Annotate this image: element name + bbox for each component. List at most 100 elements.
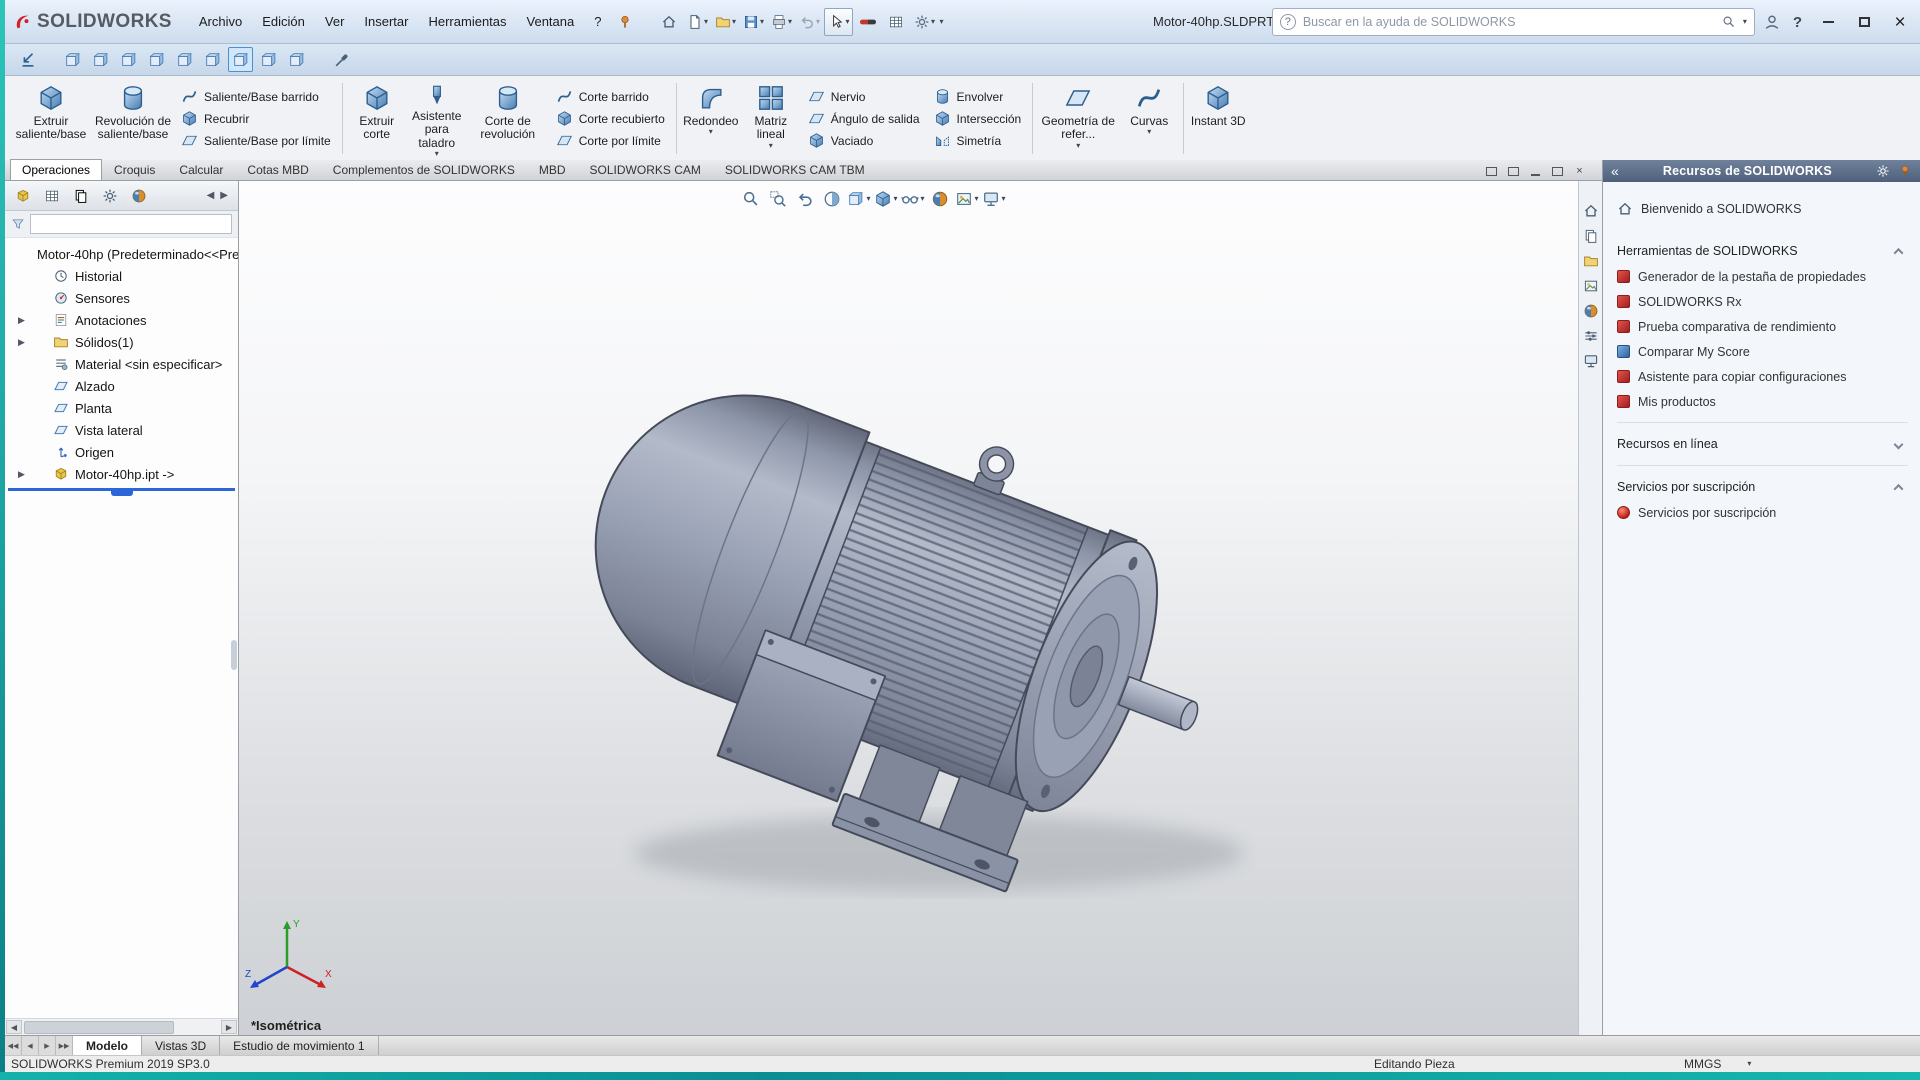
view-settings-button[interactable]: ▾ bbox=[982, 187, 1006, 211]
view-bottom-button[interactable] bbox=[200, 47, 225, 72]
fm-tab-scroll-right[interactable]: ▶ bbox=[220, 190, 228, 201]
pane-layout-button[interactable] bbox=[1485, 166, 1498, 177]
expand-arrow[interactable]: ▶ bbox=[18, 315, 25, 326]
scroll-right-button[interactable]: ▶ bbox=[221, 1020, 237, 1034]
view-back-button[interactable] bbox=[88, 47, 113, 72]
ribbon-button-intersect[interactable]: Intersección bbox=[934, 110, 1022, 127]
new-document-button[interactable]: ▾ bbox=[684, 8, 710, 36]
doc-minimize-button[interactable] bbox=[1529, 166, 1542, 177]
tab-estudio-movimiento[interactable]: Estudio de movimiento 1 bbox=[220, 1036, 378, 1055]
ribbon-button-rib[interactable]: Nervio bbox=[808, 88, 920, 105]
propertymanager-tab-icon[interactable] bbox=[44, 188, 60, 204]
displaymanager-tab-icon[interactable] bbox=[131, 188, 147, 204]
options-button[interactable]: ▾ bbox=[911, 8, 937, 36]
tab-scroll-first[interactable]: ◀◀ bbox=[5, 1036, 22, 1055]
measure-button[interactable] bbox=[329, 47, 354, 72]
pane-split-button[interactable] bbox=[1507, 166, 1520, 177]
menu-ver[interactable]: Ver bbox=[316, 9, 354, 34]
ribbon-button-boundary-boss[interactable]: Saliente/Base por límite bbox=[181, 132, 331, 149]
ribbon-button-boundary-cut[interactable]: Corte por límite bbox=[556, 132, 665, 149]
save-button[interactable]: ▾ bbox=[740, 8, 766, 36]
tree-item-solidos[interactable]: ▶Sólidos(1) bbox=[5, 331, 238, 353]
tool-compare-my-score[interactable]: Comparar My Score bbox=[1617, 339, 1908, 364]
tab-scroll-last[interactable]: ▶▶ bbox=[56, 1036, 73, 1055]
welcome-link[interactable]: Bienvenido a SOLIDWORKS bbox=[1617, 194, 1908, 224]
resources-tab-icon[interactable] bbox=[1583, 203, 1599, 219]
ribbon-button-lofted-cut[interactable]: Corte recubierto bbox=[556, 110, 665, 127]
ribbon-button-wrap[interactable]: Envolver bbox=[934, 88, 1022, 105]
tool-performance-benchmark[interactable]: Prueba comparativa de rendimiento bbox=[1617, 314, 1908, 339]
tab-croquis[interactable]: Croquis bbox=[102, 159, 167, 180]
tree-item-sensores[interactable]: Sensores bbox=[5, 287, 238, 309]
units-selector[interactable]: MMGS ▾ bbox=[1684, 1057, 1874, 1071]
view-palette-tab-icon[interactable] bbox=[1583, 278, 1599, 294]
tab-mbd[interactable]: MBD bbox=[527, 159, 578, 180]
collapse-section-icon[interactable] bbox=[1894, 483, 1904, 493]
tool-property-tab-builder[interactable]: Generador de la pestaña de propiedades bbox=[1617, 264, 1908, 289]
tool-copy-settings-wizard[interactable]: Asistente para copiar configuraciones bbox=[1617, 364, 1908, 389]
tab-solidworks-cam[interactable]: SOLIDWORKS CAM bbox=[578, 159, 713, 180]
collapse-pane-button[interactable]: « bbox=[1611, 164, 1619, 178]
select-tool-button[interactable]: ▾ bbox=[824, 8, 853, 36]
rebuild-button[interactable] bbox=[855, 8, 881, 36]
ribbon-button-mirror[interactable]: Simetría bbox=[934, 132, 1022, 149]
zoom-area-button[interactable] bbox=[766, 187, 790, 211]
featuremanager-tab-icon[interactable] bbox=[15, 188, 31, 204]
tree-item-historial[interactable]: Historial bbox=[5, 265, 238, 287]
ribbon-button-linear-pattern[interactable]: Matriz lineal▾ bbox=[742, 79, 800, 158]
tab-calcular[interactable]: Calcular bbox=[167, 159, 235, 180]
tab-solidworks-cam-tbm[interactable]: SOLIDWORKS CAM TBM bbox=[713, 159, 877, 180]
display-style-button[interactable]: ▾ bbox=[874, 187, 898, 211]
tree-horizontal-scrollbar[interactable]: ◀ ▶ bbox=[5, 1018, 238, 1035]
ribbon-button-instant-3d[interactable]: Instant 3D bbox=[1189, 79, 1247, 158]
tree-item-material[interactable]: Material <sin especificar> bbox=[5, 353, 238, 375]
tree-item-vista-lateral[interactable]: Vista lateral bbox=[5, 419, 238, 441]
previous-view-button[interactable] bbox=[793, 187, 817, 211]
tab-complementos[interactable]: Complementos de SOLIDWORKS bbox=[321, 159, 527, 180]
pane-gear-icon[interactable] bbox=[1876, 164, 1890, 178]
edit-appearance-button[interactable] bbox=[928, 187, 952, 211]
scroll-left-button[interactable]: ◀ bbox=[6, 1020, 22, 1034]
view-front-button[interactable] bbox=[60, 47, 85, 72]
tree-filter-input[interactable] bbox=[30, 214, 232, 234]
ribbon-button-reference-geometry[interactable]: Geometría de refer...▾ bbox=[1038, 79, 1118, 158]
menu-herramientas[interactable]: Herramientas bbox=[419, 9, 515, 34]
view-left-button[interactable] bbox=[116, 47, 141, 72]
help-search-box[interactable]: ? ▾ bbox=[1272, 8, 1755, 36]
ribbon-button-revolve-cut[interactable]: Corte de revolución bbox=[468, 79, 548, 158]
tab-cotas-mbd[interactable]: Cotas MBD bbox=[235, 159, 320, 180]
options-table-button[interactable] bbox=[883, 8, 909, 36]
maximize-button[interactable] bbox=[1850, 8, 1878, 36]
ribbon-button-hole-wizard[interactable]: Asistente para taladro▾ bbox=[408, 79, 466, 158]
tree-item-origen[interactable]: Origen bbox=[5, 441, 238, 463]
pane-pin-icon[interactable] bbox=[1898, 164, 1912, 178]
fm-tab-scroll-left[interactable]: ◀ bbox=[207, 190, 215, 201]
view-right-button[interactable] bbox=[144, 47, 169, 72]
tree-item-planta[interactable]: Planta bbox=[5, 397, 238, 419]
section-view-button[interactable] bbox=[820, 187, 844, 211]
search-input[interactable] bbox=[1303, 15, 1715, 29]
undo-button[interactable]: ▾ bbox=[796, 8, 822, 36]
panel-splitter-grip[interactable] bbox=[231, 640, 237, 670]
tool-my-products[interactable]: Mis productos bbox=[1617, 389, 1908, 414]
doc-restore-button[interactable] bbox=[1551, 166, 1564, 177]
expand-arrow[interactable]: ▶ bbox=[18, 469, 25, 480]
menu-help[interactable]: ? bbox=[585, 9, 610, 34]
help-button[interactable]: ? bbox=[1789, 14, 1806, 31]
expand-arrow[interactable]: ▶ bbox=[18, 337, 25, 348]
normal-to-button[interactable] bbox=[15, 47, 40, 72]
view-dimetric-button[interactable] bbox=[284, 47, 309, 72]
graphics-viewport[interactable]: ▾ ▾ ▾ ▾ ▾ Y X Z *Isométrica bbox=[239, 181, 1578, 1035]
ribbon-button-curves[interactable]: Curvas▾ bbox=[1120, 79, 1178, 158]
menu-ventana[interactable]: Ventana bbox=[518, 9, 584, 34]
ribbon-button-revolve-boss[interactable]: Revolución de saliente/base bbox=[93, 79, 173, 158]
subscription-services-link[interactable]: Servicios por suscripción bbox=[1617, 500, 1908, 525]
model-canvas[interactable] bbox=[239, 181, 1578, 1035]
configurations-tab-icon[interactable] bbox=[73, 188, 89, 204]
toolbar-overflow-caret[interactable]: ▾ bbox=[939, 18, 943, 26]
search-scope-caret[interactable]: ▾ bbox=[1743, 18, 1747, 26]
tab-modelo[interactable]: Modelo bbox=[73, 1036, 142, 1055]
home-button[interactable] bbox=[656, 8, 682, 36]
view-isometric-button[interactable] bbox=[228, 47, 253, 72]
tree-item-alzado[interactable]: Alzado bbox=[5, 375, 238, 397]
